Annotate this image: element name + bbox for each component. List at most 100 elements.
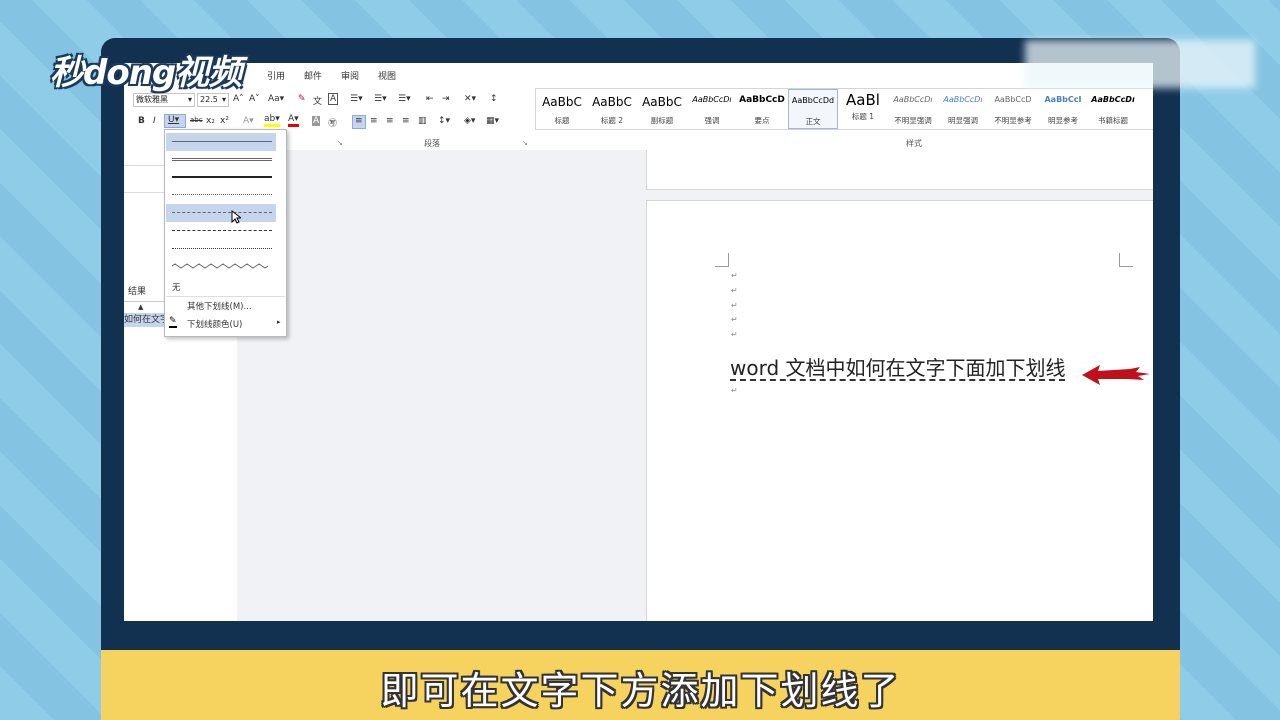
char-shading-icon[interactable]: A [312,116,321,126]
increase-indent-icon[interactable]: ⇥ [442,94,450,104]
document-page-previous [646,150,1153,190]
style-preview: AaBbC [592,95,632,109]
underline-option-dash-dot-dot[interactable] [166,240,276,258]
mouse-cursor-icon [231,210,241,224]
bullets-icon[interactable]: ☰▾ [350,94,363,104]
document-page: ↵ ↵ ↵ ↵ ↵ word 文档中如何在文字下面加下划线 ↵ [646,200,1153,621]
underline-button[interactable]: U▾ [164,114,186,128]
underline-option-dash-dot[interactable] [166,222,276,240]
style-item[interactable]: AaBbCcI 明显参考 [1038,89,1088,129]
chevron-down-icon: ▾ [187,95,192,104]
divider [166,296,285,297]
font-name-box[interactable]: 微软雅黑 ▾ [133,93,195,107]
underline-option-thick[interactable] [166,168,276,186]
distributed-icon[interactable]: ▥ [418,116,427,126]
underline-option-dashed[interactable] [166,204,276,222]
styles-group-label: 样式 [906,139,922,148]
chinese-layout-icon[interactable]: ✕▾ [464,94,476,104]
tab-view[interactable]: 视图 [378,69,396,82]
phonetic-icon[interactable]: 文 [313,94,322,107]
style-name: 要点 [754,116,770,125]
document-text-underlined[interactable]: word 文档中如何在文字下面加下划线 [730,352,1066,381]
font-size: 22.5 [200,95,218,104]
enclosed-char-icon[interactable]: ㊢ [328,116,337,129]
font-name: 微软雅黑 [136,95,168,104]
sort-icon[interactable]: ↕ [490,94,498,104]
style-preview: AaBbC [542,95,582,109]
borders-icon[interactable]: ▦▾ [486,116,499,126]
multilevel-icon[interactable]: ☰▾ [398,94,411,104]
crop-mark [1119,253,1133,267]
underline-option-single[interactable] [166,133,276,151]
underline-option-double[interactable] [166,151,276,169]
style-item[interactable]: AaBbCcDı 明显强调 [938,89,988,129]
align-left-icon[interactable]: ≡ [352,115,366,129]
change-case-icon[interactable]: Aa▾ [268,94,284,104]
clear-format-icon[interactable]: ✎ [298,94,306,104]
style-preview: AaBbCcDd [791,96,835,105]
chevron-right-icon: ▸ [277,318,281,326]
decrease-indent-icon[interactable]: ⇤ [426,94,434,104]
paragraph-mark: ↵ [731,271,738,280]
tab-references[interactable]: 引用 [267,69,285,82]
numbering-icon[interactable]: ☰▾ [374,94,387,104]
style-name: 标题 1 [851,112,875,121]
tab-mailings[interactable]: 邮件 [304,69,322,82]
underline-color-item[interactable]: 下划线颜色(U) [187,318,242,330]
style-item[interactable]: AaBbC 标题 2 [587,89,637,129]
justify-icon[interactable]: ≡ [402,116,410,126]
paragraph-mark: ↵ [731,301,738,310]
styles-gallery: AaBbC 标题 AaBbC 标题 2 AaBbC 副标题 AaBbCcDı 强调 Aa… [535,88,1153,130]
underline-style-menu: 无 其他下划线(M)... ✎ 下划线颜色(U) ▸ [164,129,287,337]
style-name: 强调 [704,116,720,125]
more-underlines-item[interactable]: 其他下划线(M)... [187,300,252,312]
underline-option-dotted[interactable] [166,186,276,204]
bold-icon[interactable]: B [138,116,145,126]
underline-option-wave[interactable] [166,258,276,276]
nav-results-tab[interactable]: 结果 [128,284,146,297]
font-size-box[interactable]: 22.5 ▾ [197,93,229,107]
shading-icon[interactable]: ◈▾ [464,116,475,126]
style-name: 正文 [805,117,821,126]
underline-color-icon: ✎ [169,316,177,328]
grow-font-icon[interactable]: A˄ [233,94,244,104]
style-preview: AaBbCcDı [893,95,933,104]
style-preview: AaBbCcDı [943,95,983,104]
style-preview: AaBbCcDı [1091,95,1135,104]
line-spacing-icon[interactable]: ↕▾ [438,116,450,126]
style-name: 副标题 [650,116,674,125]
chevron-down-icon: ▾ [221,95,226,104]
char-border-icon[interactable]: A [328,93,339,105]
red-arrow-icon [1082,365,1150,385]
style-item[interactable]: AaBbC 标题 [537,89,587,129]
style-name: 明显参考 [1048,116,1078,125]
style-item-selected[interactable]: AaBbCcDd 正文 [788,89,838,129]
shrink-font-icon[interactable]: A˅ [249,94,260,104]
dialog-launcher-icon[interactable]: ↘ [337,139,343,147]
style-name: 标题 [554,116,570,125]
style-item[interactable]: AaBbCcDı 不明显强调 [888,89,938,129]
highlight-icon[interactable]: ab▾ [264,114,280,127]
style-item[interactable]: AaBl 标题 1 [838,89,888,129]
style-preview: AaBbC [642,95,682,109]
collapse-icon[interactable]: ▲ [138,303,143,311]
style-item[interactable]: AaBbCcDı 强调 [687,89,737,129]
align-center-icon[interactable]: ≡ [370,116,378,126]
style-item[interactable]: AaBbCcD 要点 [737,89,787,129]
text-effect-icon[interactable]: A▾ [243,116,254,126]
paragraph-group-label: 段落 [424,139,440,148]
superscript-icon[interactable]: x² [220,116,229,126]
font-color-icon[interactable]: A▾ [288,114,299,127]
style-item[interactable]: AaBbCcDı 书籍标题 [1088,89,1138,129]
style-item[interactable]: AaBbCcD 不明显参考 [988,89,1038,129]
dialog-launcher-icon[interactable]: ↘ [522,139,528,147]
tab-review[interactable]: 审阅 [341,69,359,82]
strikethrough-icon[interactable]: abc [190,116,203,124]
style-item[interactable]: AaBbC 副标题 [637,89,687,129]
wave-line-icon [172,263,269,269]
subscript-icon[interactable]: x₂ [206,116,215,126]
italic-icon[interactable]: I [153,116,156,126]
align-right-icon[interactable]: ≡ [386,116,394,126]
brand-logo: 秒dong视频 [50,53,242,93]
underline-option-none[interactable]: 无 [172,281,181,293]
